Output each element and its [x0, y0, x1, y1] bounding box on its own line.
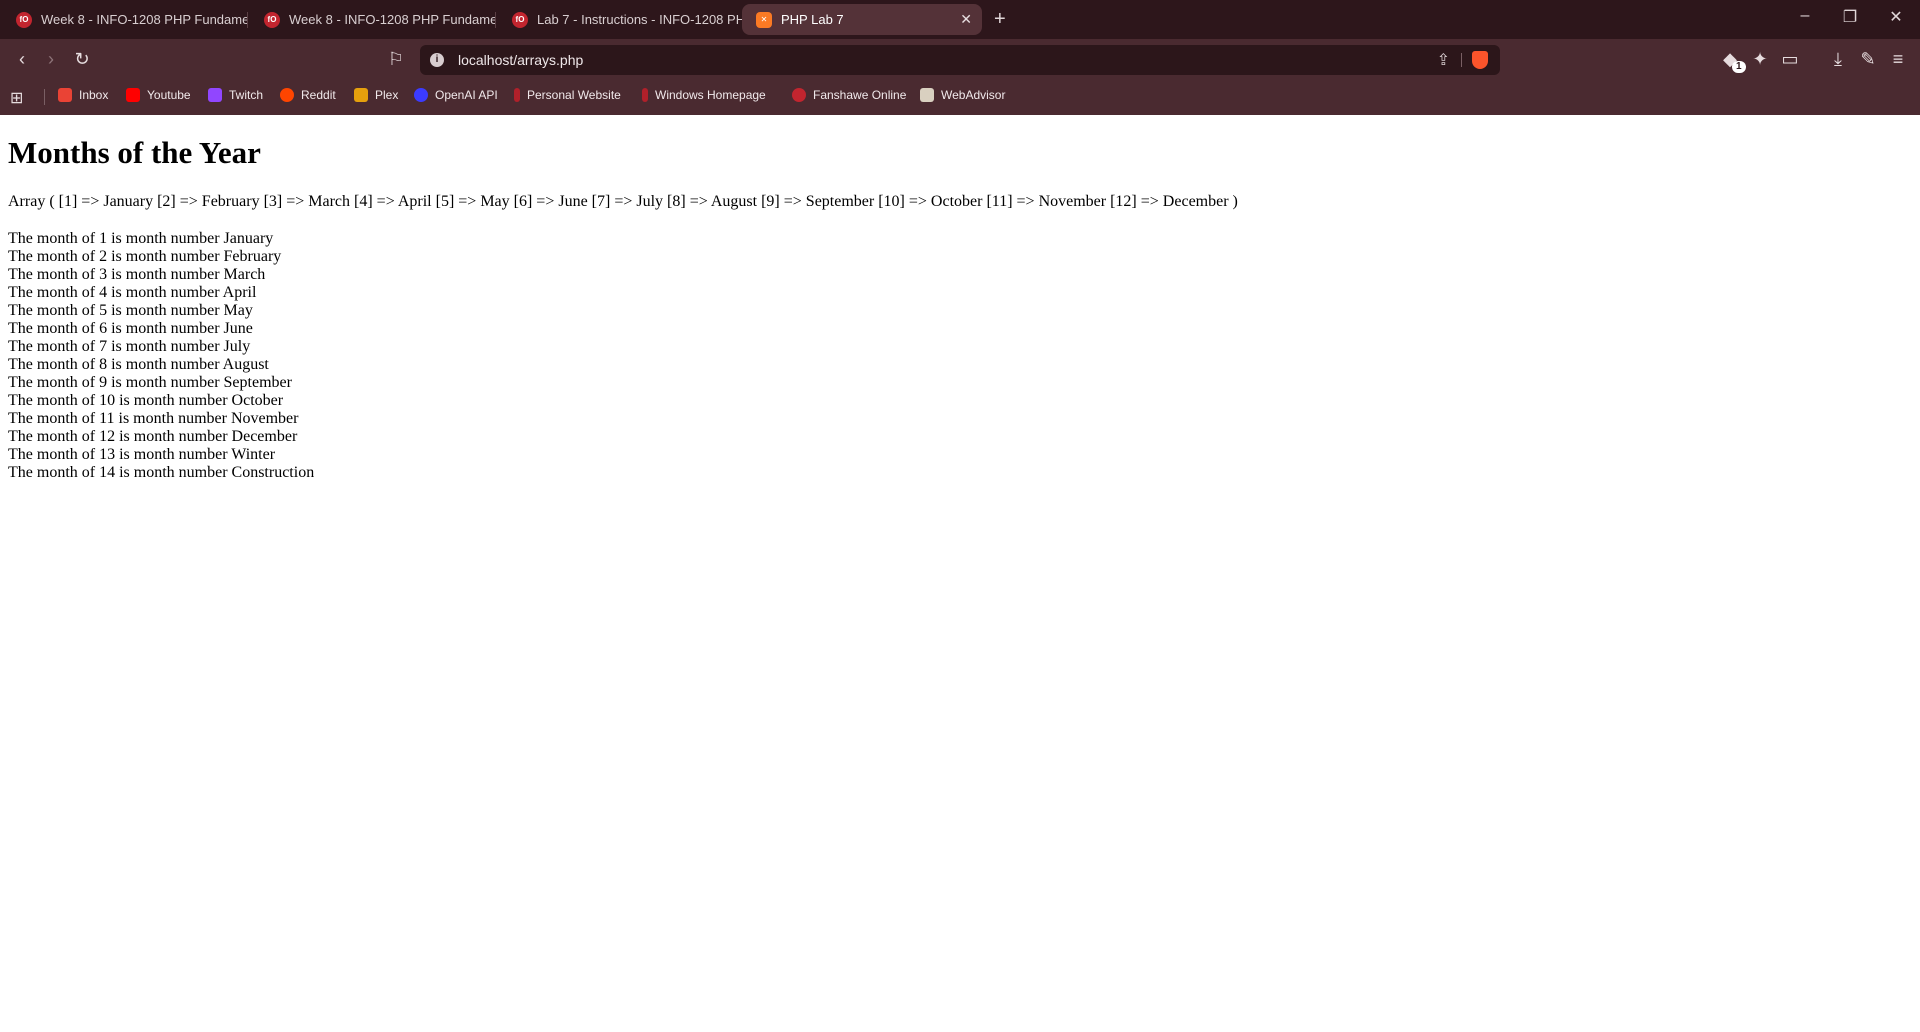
month-line: The month of 10 is month number October: [8, 392, 284, 409]
bookmark-inbox[interactable]: Inbox: [58, 88, 108, 102]
leo-ai-icon[interactable]: ✎: [1856, 48, 1880, 70]
tab-strip: fO Week 8 - INFO-1208 PHP Fundament fO W…: [0, 0, 1920, 39]
month-line: The month of 7 is month number July: [8, 338, 251, 355]
tab-title: Week 8 - INFO-1208 PHP Fundament: [41, 12, 248, 27]
bookmark-reddit[interactable]: Reddit: [280, 88, 336, 102]
personal-website-icon: [514, 88, 520, 102]
tab-title: Week 8 - INFO-1208 PHP Fundament: [289, 12, 496, 27]
share-icon[interactable]: ⇪: [1437, 50, 1450, 70]
fanshawe-favicon-icon: fO: [264, 11, 280, 28]
twitch-icon: [208, 88, 222, 102]
tab-week8-2[interactable]: fO Week 8 - INFO-1208 PHP Fundament: [250, 4, 496, 35]
downloads-icon[interactable]: ⤓: [1826, 48, 1850, 70]
gmail-icon: [58, 88, 72, 102]
address-bar-separator: [1461, 53, 1462, 67]
bookmark-webadvisor[interactable]: WebAdvisor: [920, 88, 1005, 102]
close-tab-icon[interactable]: ✕: [960, 11, 972, 28]
xampp-favicon-icon: ✕: [756, 11, 772, 28]
bookmark-label: Reddit: [301, 88, 336, 102]
bookmark-label: Fanshawe Online: [813, 88, 907, 102]
extension-badge: 1: [1732, 61, 1746, 73]
back-icon[interactable]: ‹: [10, 48, 34, 70]
brave-shields-icon[interactable]: [1472, 51, 1488, 69]
tab-title: Lab 7 - Instructions - INFO-1208 PHP: [537, 12, 742, 27]
new-tab-icon[interactable]: +: [994, 8, 1006, 30]
bookmark-icon[interactable]: ⚐: [384, 48, 408, 70]
tab-title: PHP Lab 7: [781, 12, 844, 27]
bookmarks-bar: ⊞ Inbox Youtube Twitch Reddit Plex OpenA…: [0, 79, 1920, 115]
openai-icon: [414, 88, 428, 102]
bookmark-label: WebAdvisor: [941, 88, 1006, 102]
webadvisor-icon: [920, 88, 934, 102]
bookmark-openai-api[interactable]: OpenAI API: [414, 88, 498, 102]
address-bar[interactable]: i localhost/arrays.php ⇪: [420, 45, 1500, 75]
tab-week8-1[interactable]: fO Week 8 - INFO-1208 PHP Fundament: [2, 4, 248, 35]
month-line: The month of 12 is month number December: [8, 428, 298, 445]
sidebar-icon[interactable]: ▭: [1778, 48, 1802, 70]
month-line: The month of 14 is month number Construc…: [8, 464, 315, 481]
bookmark-label: OpenAI API: [435, 88, 498, 102]
month-line: The month of 4 is month number April: [8, 284, 257, 301]
tab-php-lab-7[interactable]: ✕ PHP Lab 7 ✕: [742, 4, 982, 35]
array-dump: Array ( [1] => January [2] => February […: [8, 193, 1238, 210]
tab-lab7-instructions[interactable]: fO Lab 7 - Instructions - INFO-1208 PHP: [498, 4, 742, 35]
month-lines: The month of 1 is month number January T…: [8, 230, 314, 482]
bookmark-label: Inbox: [79, 88, 109, 102]
tab-separator: [247, 12, 248, 28]
bookmark-windows-homepage[interactable]: Windows Homepage: [642, 88, 766, 102]
bookmark-label: Youtube: [147, 88, 191, 102]
navigation-toolbar: ‹ › ↻ ⚐ i localhost/arrays.php ⇪ ◆ 1 ✦ ▭…: [0, 39, 1920, 79]
plex-icon: [354, 88, 368, 102]
fanshawe-icon: [792, 88, 806, 102]
month-line: The month of 2 is month number February: [8, 248, 282, 265]
page-heading: Months of the Year: [8, 135, 261, 170]
bookmark-personal-website[interactable]: Personal Website: [514, 88, 621, 102]
menu-icon[interactable]: ≡: [1886, 48, 1910, 70]
restore-icon[interactable]: ❐: [1838, 7, 1862, 27]
reddit-icon: [280, 88, 294, 102]
bookmark-fanshawe-online[interactable]: Fanshawe Online: [792, 88, 906, 102]
month-line: The month of 3 is month number March: [8, 266, 266, 283]
month-line: The month of 6 is month number June: [8, 320, 253, 337]
bookmark-twitch[interactable]: Twitch: [208, 88, 263, 102]
month-line: The month of 11 is month number November: [8, 410, 299, 427]
minimize-icon[interactable]: –: [1793, 7, 1817, 25]
apps-grid-icon[interactable]: ⊞: [10, 88, 23, 108]
site-info-icon[interactable]: i: [430, 53, 444, 67]
url-text[interactable]: localhost/arrays.php: [458, 52, 583, 68]
month-line: The month of 5 is month number May: [8, 302, 253, 319]
bookmark-label: Twitch: [229, 88, 264, 102]
month-line: The month of 8 is month number August: [8, 356, 269, 373]
bookmarks-separator: [44, 89, 45, 105]
fanshawe-favicon-icon: fO: [16, 11, 32, 28]
close-window-icon[interactable]: ✕: [1884, 7, 1908, 27]
forward-icon[interactable]: ›: [39, 48, 63, 70]
windows-homepage-icon: [642, 88, 648, 102]
bookmark-label: Plex: [375, 88, 399, 102]
bookmark-label: Windows Homepage: [655, 88, 766, 102]
reload-icon[interactable]: ↻: [70, 48, 94, 70]
bookmark-plex[interactable]: Plex: [354, 88, 398, 102]
bookmark-label: Personal Website: [527, 88, 621, 102]
page-content: Months of the Year Array ( [1] => Januar…: [0, 115, 1920, 1032]
bookmark-youtube[interactable]: Youtube: [126, 88, 191, 102]
extensions-puzzle-icon[interactable]: ✦: [1748, 48, 1772, 70]
month-line: The month of 1 is month number January: [8, 230, 274, 247]
month-line: The month of 13 is month number Winter: [8, 446, 276, 463]
fanshawe-favicon-icon: fO: [512, 11, 528, 28]
tab-separator: [495, 12, 496, 28]
month-line: The month of 9 is month number September: [8, 374, 292, 391]
youtube-icon: [126, 88, 140, 102]
